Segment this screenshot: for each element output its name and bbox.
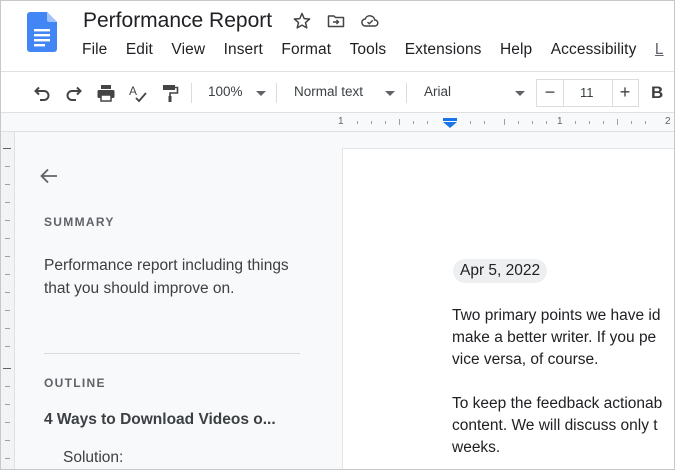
- outline-item-heading[interactable]: 4 Ways to Download Videos o...: [44, 411, 276, 429]
- svg-text:A: A: [129, 84, 137, 98]
- paragraph-1[interactable]: Two primary points we have id make a bet…: [452, 305, 674, 371]
- vruler-tick: [5, 238, 10, 239]
- ruler-tick: [484, 121, 485, 124]
- ruler-tick: [532, 121, 533, 124]
- ruler-tick: [575, 121, 576, 124]
- vruler-tick: [5, 310, 10, 311]
- ruler-tick: [427, 121, 428, 124]
- font-size-input[interactable]: 11: [580, 85, 594, 100]
- ruler-tick: [645, 121, 646, 124]
- bold-button[interactable]: B: [651, 83, 663, 103]
- ruler-tick: [603, 121, 604, 124]
- vruler-tick: [5, 292, 10, 293]
- close-outline-arrow-icon[interactable]: [37, 165, 61, 187]
- vruler-tick: [5, 328, 10, 329]
- vruler-tick: [3, 368, 11, 369]
- vruler-tick: [5, 458, 10, 459]
- docs-logo-icon[interactable]: [27, 12, 57, 52]
- menu-format[interactable]: Format: [281, 41, 331, 59]
- vruler-tick: [3, 148, 11, 149]
- docs-window: Performance Report File Edit View Insert…: [0, 0, 675, 470]
- vertical-ruler: [1, 132, 15, 469]
- menu-view[interactable]: View: [171, 41, 205, 59]
- toolbar-separator: [191, 83, 192, 103]
- ruler-label: 1: [338, 116, 344, 127]
- paragraph-1-line: make a better writer. If you pe: [452, 329, 657, 346]
- outline-divider: [44, 353, 300, 354]
- redo-icon[interactable]: [63, 82, 85, 104]
- increase-font-size-button[interactable]: +: [612, 79, 638, 107]
- menu-bar: File Edit View Insert Format Tools Exten…: [82, 41, 674, 61]
- vruler-tick: [5, 440, 10, 441]
- spellcheck-icon[interactable]: A: [127, 82, 149, 104]
- menu-edit[interactable]: Edit: [126, 41, 153, 59]
- vruler-tick: [5, 166, 10, 167]
- vruler-tick: [5, 256, 10, 257]
- paragraph-style-select[interactable]: Normal text: [294, 84, 363, 99]
- ruler-tick: [589, 121, 590, 124]
- vruler-tick: [5, 274, 10, 275]
- indent-marker-icon[interactable]: [443, 118, 457, 128]
- paint-format-icon[interactable]: [159, 82, 181, 104]
- outline-heading: OUTLINE: [44, 376, 106, 390]
- ruler-tick: [371, 121, 372, 124]
- ruler-tick: [413, 121, 414, 124]
- ruler-tick: [546, 121, 547, 124]
- ruler-tick: [617, 119, 618, 125]
- move-to-folder-icon[interactable]: [326, 11, 346, 31]
- print-icon[interactable]: [95, 82, 117, 104]
- ruler-label: 2: [665, 116, 671, 127]
- style-caret-icon[interactable]: [385, 91, 395, 96]
- vruler-tick: [5, 346, 10, 347]
- date-chip[interactable]: Apr 5, 2022: [453, 259, 548, 283]
- ruler-tick: [399, 119, 400, 125]
- vruler-tick: [5, 202, 10, 203]
- last-edit-link[interactable]: L: [655, 41, 664, 59]
- ruler-tick: [631, 121, 632, 124]
- paragraph-1-line: Two primary points we have id: [452, 307, 661, 324]
- ruler-label: 1: [557, 116, 563, 127]
- cloud-status-icon[interactable]: [360, 11, 380, 31]
- font-family-select[interactable]: Arial: [424, 84, 451, 99]
- paragraph-1-line: vice versa, of course.: [452, 351, 599, 368]
- paragraph-2-line: content. We will discuss only t: [452, 417, 658, 434]
- vruler-tick: [5, 404, 10, 405]
- toolbar-separator: [276, 83, 277, 103]
- star-icon[interactable]: [292, 11, 312, 31]
- menu-help[interactable]: Help: [500, 41, 532, 59]
- ruler-tick: [470, 121, 471, 124]
- toolbar: A 100% Normal text Arial − 11 + B: [1, 71, 674, 113]
- toolbar-separator: [406, 83, 407, 103]
- zoom-select[interactable]: 100%: [208, 84, 243, 99]
- outline-item-subheading[interactable]: Solution:: [63, 449, 123, 467]
- menu-accessibility[interactable]: Accessibility: [551, 41, 637, 59]
- menu-extensions[interactable]: Extensions: [405, 41, 482, 59]
- decrease-font-size-button[interactable]: −: [537, 79, 563, 107]
- vruler-tick: [5, 386, 10, 387]
- document-title[interactable]: Performance Report: [83, 9, 272, 33]
- vruler-tick: [5, 422, 10, 423]
- font-caret-icon[interactable]: [515, 91, 525, 96]
- document-page[interactable]: Apr 5, 2022 Two primary points we have i…: [342, 148, 674, 469]
- paragraph-2-line: weeks.: [452, 439, 501, 456]
- vruler-tick: [5, 184, 10, 185]
- horizontal-ruler: 1 1 2: [1, 113, 674, 132]
- ruler-tick: [357, 121, 358, 124]
- summary-text[interactable]: Performance report including things that…: [44, 254, 294, 300]
- paragraph-2[interactable]: To keep the feedback actionab content. W…: [452, 393, 674, 459]
- ruler-tick: [504, 119, 505, 125]
- menu-insert[interactable]: Insert: [224, 41, 263, 59]
- vruler-tick: [5, 220, 10, 221]
- menu-file[interactable]: File: [82, 41, 107, 59]
- ruler-tick: [518, 121, 519, 124]
- undo-icon[interactable]: [31, 82, 53, 104]
- menu-tools[interactable]: Tools: [350, 41, 387, 59]
- summary-heading: SUMMARY: [44, 215, 115, 229]
- ruler-tick: [385, 121, 386, 124]
- paragraph-2-line: To keep the feedback actionab: [452, 395, 663, 412]
- zoom-caret-icon[interactable]: [256, 91, 266, 96]
